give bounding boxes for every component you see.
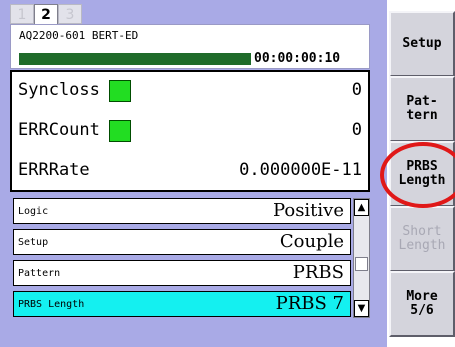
setting-row-prbs-length[interactable]: PRBS Length PRBS 7 (13, 291, 351, 317)
setup-softkey[interactable]: Setup (389, 11, 455, 77)
instrument-header: AQ2200-601 BERT-ED 00:00:00:10 (10, 24, 370, 69)
pattern-softkey[interactable]: Pat- tern (389, 76, 455, 142)
errcount-indicator (109, 120, 131, 142)
setting-row-pattern[interactable]: Pattern PRBS (13, 260, 351, 286)
elapsed-time: 00:00:00:10 (254, 51, 341, 66)
setting-value: Couple (279, 231, 344, 252)
setting-row-setup[interactable]: Setup Couple (13, 229, 351, 255)
setting-value: PRBS (292, 262, 344, 283)
page-tab-1[interactable]: 1 (10, 4, 34, 24)
scroll-up-icon[interactable]: ▲ (354, 199, 369, 216)
more-softkey[interactable]: More 5/6 (389, 271, 455, 337)
elapsed-time-bar (19, 53, 251, 65)
measurement-label: ERRCount (18, 120, 100, 140)
setting-value: Positive (272, 200, 344, 221)
scroll-thumb[interactable] (355, 257, 368, 271)
setting-value: PRBS 7 (275, 293, 344, 314)
instrument-title: AQ2200-601 BERT-ED (19, 29, 139, 42)
scroll-down-icon[interactable]: ▼ (354, 300, 369, 317)
measurement-value: 0.000000E-11 (239, 160, 362, 180)
bert-screen: 1 2 3 AQ2200-601 BERT-ED 00:00:00:10 Syn… (0, 0, 455, 347)
measurement-panel: Syncloss 0 ERRCount 0 ERRRate 0.000000E-… (10, 70, 370, 192)
short-length-softkey[interactable]: Short Length (389, 206, 455, 272)
main-panel: 1 2 3 AQ2200-601 BERT-ED 00:00:00:10 Syn… (0, 0, 387, 347)
setting-label: Setup (18, 237, 49, 248)
measurement-row-errcount: ERRCount 0 (18, 116, 362, 144)
page-tab-3[interactable]: 3 (58, 4, 82, 24)
measurement-value: 0 (351, 80, 362, 100)
setting-label: PRBS Length (18, 299, 85, 310)
measurement-label: Syncloss (18, 80, 100, 100)
settings-scrollbar[interactable]: ▲ ▼ (353, 198, 370, 318)
page-tabs: 1 2 3 (10, 4, 82, 26)
settings-list: Logic Positive Setup Couple Pattern PRBS… (13, 198, 370, 320)
measurement-row-errrate: ERRRate 0.000000E-11 (18, 156, 362, 184)
setting-label: Logic (18, 206, 49, 217)
setting-label: Pattern (18, 268, 61, 279)
syncloss-indicator (109, 80, 131, 102)
page-tab-2[interactable]: 2 (34, 4, 58, 26)
measurement-label: ERRRate (18, 160, 90, 180)
measurement-value: 0 (351, 120, 362, 140)
measurement-row-syncloss: Syncloss 0 (18, 76, 362, 104)
setting-row-logic[interactable]: Logic Positive (13, 198, 351, 224)
